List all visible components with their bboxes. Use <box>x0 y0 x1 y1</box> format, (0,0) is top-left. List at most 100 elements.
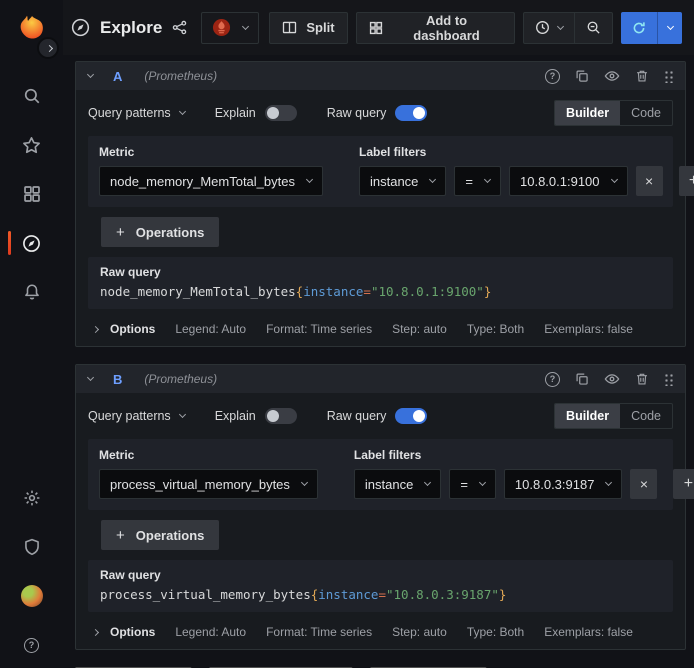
sidebar-item-configuration[interactable] <box>0 487 63 509</box>
explain-toggle[interactable] <box>265 105 297 121</box>
query-patterns-label: Query patterns <box>88 106 171 120</box>
split-icon <box>282 20 297 35</box>
plus-icon: + <box>116 527 125 544</box>
chevron-down-icon <box>605 479 612 486</box>
gear-icon <box>23 489 41 507</box>
label-filter-row: instance = 10.8.0.1:9100 <box>359 166 694 196</box>
chevron-down-icon <box>610 176 617 183</box>
explore-compass-icon <box>71 18 90 37</box>
split-button[interactable]: Split <box>269 12 347 44</box>
code-string: "10.8.0.3:9187" <box>386 587 499 602</box>
options-collapsed-row[interactable]: Options Legend: Auto Format: Time series… <box>88 622 673 641</box>
bell-icon <box>23 283 41 301</box>
filter-label-select[interactable]: instance <box>359 166 446 196</box>
options-collapsed-row[interactable]: Options Legend: Auto Format: Time series… <box>88 319 673 338</box>
explain-label: Explain <box>215 409 256 423</box>
add-filter-button[interactable]: + <box>679 166 694 196</box>
filter-value-select[interactable]: 10.8.0.3:9187 <box>504 469 623 499</box>
raw-query-toggle[interactable] <box>395 408 427 424</box>
code-close-brace: } <box>484 284 492 299</box>
filter-value-select[interactable]: 10.8.0.1:9100 <box>509 166 628 196</box>
sidebar-item-profile[interactable] <box>0 585 63 607</box>
add-operation-button[interactable]: + Operations <box>101 217 219 247</box>
share-icon[interactable] <box>172 20 187 35</box>
add-operation-button[interactable]: + Operations <box>101 520 219 550</box>
datasource-help-icon[interactable]: ? <box>545 69 560 84</box>
raw-query-code: node_memory_MemTotal_bytes{instance="10.… <box>100 284 661 299</box>
zoom-out-button[interactable] <box>574 13 612 43</box>
query-builder-panel: Metric process_virtual_memory_bytes Labe… <box>88 439 673 510</box>
remove-query-trash-icon[interactable] <box>635 69 649 83</box>
code-tab[interactable]: Code <box>620 101 672 125</box>
raw-query-toggle[interactable] <box>395 105 427 121</box>
add-to-dashboard-button[interactable]: Add to dashboard <box>356 12 515 44</box>
datasource-picker[interactable] <box>201 12 259 44</box>
page-title: Explore <box>100 18 162 38</box>
duplicate-query-icon[interactable] <box>575 372 589 386</box>
drag-handle-icon[interactable] <box>664 69 673 83</box>
chevron-down-icon <box>179 108 186 115</box>
code-string: "10.8.0.1:9100" <box>371 284 484 299</box>
query-row-b-header[interactable]: B (Prometheus) ? <box>76 365 685 393</box>
editor-mode-switch: Builder Code <box>554 403 673 429</box>
time-range-picker[interactable] <box>524 13 574 43</box>
filter-operator-select[interactable]: = <box>454 166 501 196</box>
operations-label: Operations <box>136 225 205 240</box>
builder-tab[interactable]: Builder <box>555 404 620 428</box>
datasource-help-icon[interactable]: ? <box>545 372 560 387</box>
code-tab[interactable]: Code <box>620 404 672 428</box>
add-to-dashboard-label: Add to dashboard <box>392 13 502 43</box>
code-equals: = <box>363 284 371 299</box>
run-query-button[interactable] <box>621 12 682 44</box>
sidebar-item-dashboards[interactable] <box>0 183 63 205</box>
label-filters-label: Label filters <box>359 145 694 159</box>
drag-handle-icon[interactable] <box>664 372 673 386</box>
builder-tab[interactable]: Builder <box>555 101 620 125</box>
raw-query-code: process_virtual_memory_bytes{instance="1… <box>100 587 661 602</box>
query-patterns-dropdown[interactable]: Query patterns <box>88 106 185 120</box>
grafana-explore-app: ? Explore <box>0 0 694 668</box>
refresh-icon <box>621 12 657 44</box>
chevron-right-icon <box>92 325 99 332</box>
time-range-group <box>523 12 613 44</box>
code-label-name: instance <box>318 587 378 602</box>
chevron-down-icon <box>667 22 674 29</box>
explain-label: Explain <box>215 106 256 120</box>
sidebar-item-starred[interactable] <box>0 134 63 156</box>
explain-toggle[interactable] <box>265 408 297 424</box>
remove-filter-button[interactable]: × <box>630 469 657 499</box>
remove-query-trash-icon[interactable] <box>635 372 649 386</box>
filter-label-value: instance <box>370 174 418 189</box>
chevron-down-icon <box>484 176 491 183</box>
label-filters-field: Label filters instance = <box>359 145 694 196</box>
filter-label-select[interactable]: instance <box>354 469 441 499</box>
remove-filter-button[interactable]: × <box>636 166 663 196</box>
query-header-actions: ? <box>545 68 673 84</box>
metric-select[interactable]: node_memory_MemTotal_bytes <box>99 166 323 196</box>
sidebar-item-help[interactable]: ? <box>0 634 63 656</box>
sidebar-item-admin[interactable] <box>0 536 63 558</box>
options-exemplars: Exemplars: false <box>544 625 633 639</box>
hide-response-eye-icon[interactable] <box>604 68 620 84</box>
refresh-interval-caret[interactable] <box>657 12 682 44</box>
chevron-down-icon <box>557 22 564 29</box>
query-patterns-dropdown[interactable]: Query patterns <box>88 409 185 423</box>
sidebar-nav-top <box>0 85 63 303</box>
query-row-a: A (Prometheus) ? <box>75 61 686 347</box>
query-row-a-header[interactable]: A (Prometheus) ? <box>76 62 685 90</box>
query-row-a-body: Query patterns Explain Raw query Bu <box>76 90 685 346</box>
hide-response-eye-icon[interactable] <box>604 371 620 387</box>
compass-icon <box>22 234 41 253</box>
sidebar-expand-button[interactable] <box>37 37 59 59</box>
sidebar-item-alerting[interactable] <box>0 281 63 303</box>
sidebar-item-explore[interactable] <box>0 232 63 254</box>
duplicate-query-icon[interactable] <box>575 69 589 83</box>
add-filter-button[interactable]: + <box>673 469 694 499</box>
metric-value: process_virtual_memory_bytes <box>110 477 290 492</box>
raw-query-label: Raw query <box>327 409 387 423</box>
metric-select[interactable]: process_virtual_memory_bytes <box>99 469 318 499</box>
sidebar-item-search[interactable] <box>0 85 63 107</box>
query-row-b: B (Prometheus) ? <box>75 364 686 650</box>
filter-operator-select[interactable]: = <box>449 469 496 499</box>
chevron-down-icon <box>479 479 486 486</box>
